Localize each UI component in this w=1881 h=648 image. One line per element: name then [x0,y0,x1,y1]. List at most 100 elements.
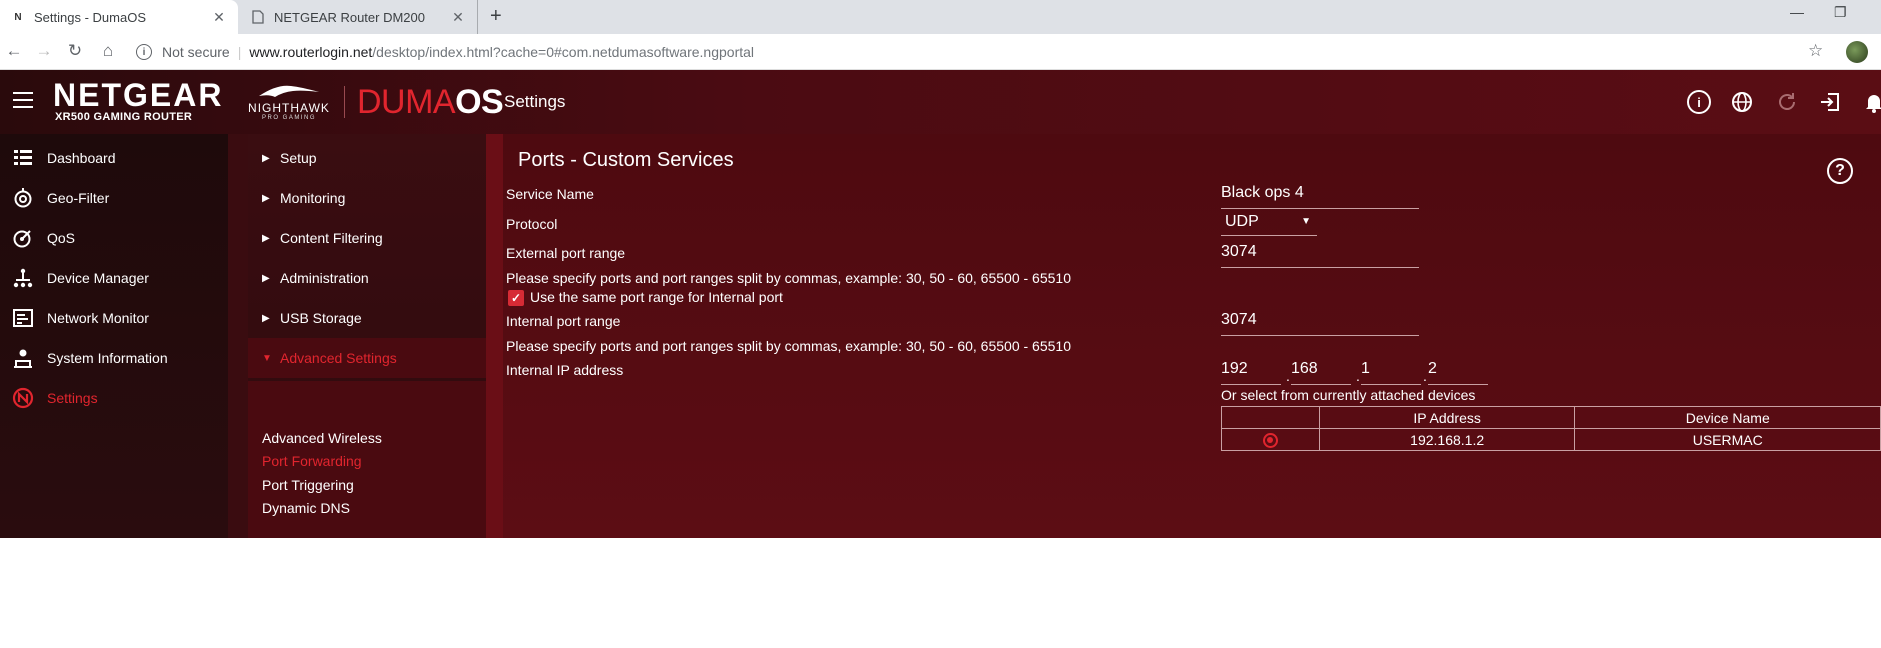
reload-icon[interactable]: ↻ [65,41,85,61]
table-header-select [1221,406,1320,429]
ip-dot: . [1423,368,1427,384]
info-icon[interactable]: i [1687,90,1711,114]
sidebar-item-qos[interactable]: QoS [0,218,228,258]
protocol-select[interactable]: UDP ▼ [1221,208,1317,236]
restore-icon[interactable]: ❐ [1834,4,1847,21]
nighthawk-text: NIGHTHAWK [248,101,330,115]
external-port-input[interactable]: 3074 [1221,243,1419,268]
bell-icon[interactable] [1862,90,1881,114]
sidebar-item-device-manager[interactable]: Device Manager [0,258,228,298]
url-field[interactable]: i Not secure | www.routerlogin.net /desk… [136,38,1836,66]
submenu-item-setup[interactable]: ▶ Setup [248,138,486,178]
submenu-item-content-filtering[interactable]: ▶ Content Filtering [248,218,486,258]
main-content: Ports - Custom Services ? Service Name B… [503,134,1881,538]
refresh-icon[interactable] [1775,90,1799,114]
submenu-item-monitoring[interactable]: ▶ Monitoring [248,178,486,218]
bookmark-star-icon[interactable]: ☆ [1808,41,1823,61]
triangle-right-icon: ▶ [262,152,270,164]
port-hint: Please specify ports and port ranges spl… [506,338,1071,354]
same-port-label: Use the same port range for Internal por… [530,289,783,305]
sidebar-item-label: System Information [47,350,168,366]
security-label: Not secure [162,44,230,60]
same-port-checkbox[interactable]: ✓ [508,290,524,306]
submenu-child-dynamic-dns[interactable]: Dynamic DNS [262,500,350,516]
sidebar-item-network-monitor[interactable]: Network Monitor [0,298,228,338]
submenu-child-advanced-wireless[interactable]: Advanced Wireless [262,430,382,446]
home-icon[interactable]: ⌂ [98,41,118,61]
protocol-value: UDP [1225,212,1259,230]
table-row[interactable]: 192.168.1.2 USERMAC [1221,428,1881,451]
sidebar-item-label: Dashboard [47,150,116,166]
forward-icon[interactable]: → [34,41,54,61]
internal-ip-label: Internal IP address [506,362,624,378]
ip-dot: . [1356,368,1360,384]
settings-submenu: ▶ Setup ▶ Monitoring ▶ Content Filtering… [248,134,486,538]
dashboard-icon [12,147,34,169]
app-header: NETGEAR XR500 GAMING ROUTER NIGHTHAWK PR… [0,70,1881,134]
sidebar-item-dashboard[interactable]: Dashboard [0,138,228,178]
nighthawk-logo: NIGHTHAWK PRO GAMING [246,82,332,121]
advanced-settings-panel: Advanced Wireless Port Forwarding Port T… [248,381,486,538]
back-icon[interactable]: ← [4,41,24,61]
table-header-device-name: Device Name [1574,406,1881,429]
avatar[interactable] [1846,41,1868,63]
menu-icon[interactable] [13,92,33,113]
nighthawk-subtext: PRO GAMING [261,115,316,121]
page-title: Settings [504,92,566,111]
submenu-child-port-forwarding[interactable]: Port Forwarding [262,453,362,469]
sidebar-item-label: Network Monitor [47,310,149,326]
attached-devices-table: IP Address Device Name 192.168.1.2 USERM… [1221,406,1881,451]
help-icon[interactable]: ? [1827,158,1853,184]
device-radio-selected[interactable] [1262,432,1278,448]
submenu-item-label: Monitoring [280,190,346,206]
minimize-icon[interactable]: — [1790,4,1804,20]
internal-port-input[interactable]: 3074 [1221,311,1419,336]
submenu-item-label: Administration [280,270,369,286]
dumaos-logo-suffix: OS [455,83,504,121]
tab-title: NETGEAR Router DM200 [274,9,425,25]
table-cell-select [1221,428,1320,451]
triangle-right-icon: ▶ [262,312,270,324]
submenu-child-port-triggering[interactable]: Port Triggering [262,477,354,493]
submenu-item-administration[interactable]: ▶ Administration [248,258,486,298]
external-port-label: External port range [506,245,626,261]
submenu-item-label: Advanced Settings [280,350,397,366]
tab-netgear-router[interactable]: NETGEAR Router DM200 ✕ [240,0,478,34]
submenu-item-label: Setup [280,150,317,166]
ip-octet-2-input[interactable]: 168 [1291,360,1351,385]
netgear-logo: NETGEAR XR500 GAMING ROUTER [53,79,223,123]
url-host: www.routerlogin.net [249,44,373,60]
close-tab-icon[interactable]: ✕ [449,9,467,26]
device-manager-icon [12,267,34,289]
submenu-item-usb-storage[interactable]: ▶ USB Storage [248,298,486,338]
ip-octet-3-input[interactable]: 1 [1361,360,1421,385]
ip-octet-4-input[interactable]: 2 [1428,360,1488,385]
tab-settings-dumaos[interactable]: N Settings - DumaOS ✕ [0,0,238,34]
info-icon[interactable]: i [136,44,152,60]
sidebar-item-settings[interactable]: Settings [0,378,228,418]
divider [486,134,503,538]
logout-icon[interactable] [1818,90,1842,114]
table-cell-ip: 192.168.1.2 [1318,428,1576,451]
brand-name: NETGEAR [53,77,224,113]
globe-icon[interactable] [1730,90,1754,114]
triangle-right-icon: ▶ [262,272,270,284]
protocol-label: Protocol [506,216,558,232]
submenu-item-label: Content Filtering [280,230,383,246]
sidebar-item-label: Settings [47,390,98,406]
internal-port-label: Internal port range [506,313,621,329]
divider [228,134,248,538]
submenu-item-advanced-settings[interactable]: ▼ Advanced Settings [248,338,486,378]
close-tab-icon[interactable]: ✕ [210,9,228,26]
section-title: Ports - Custom Services [518,149,734,171]
sidebar-item-system-information[interactable]: System Information [0,338,228,378]
ip-octet-1-input[interactable]: 192 [1221,360,1281,385]
divider [344,86,345,118]
sidebar-item-geo-filter[interactable]: Geo-Filter [0,178,228,218]
new-tab-icon[interactable]: + [490,5,502,28]
service-name-input[interactable]: Black ops 4 [1221,184,1419,209]
table-header-ip: IP Address [1318,406,1576,429]
hawk-icon [259,85,319,97]
select-device-hint: Or select from currently attached device… [1221,387,1476,403]
table-header-row: IP Address Device Name [1221,406,1881,429]
